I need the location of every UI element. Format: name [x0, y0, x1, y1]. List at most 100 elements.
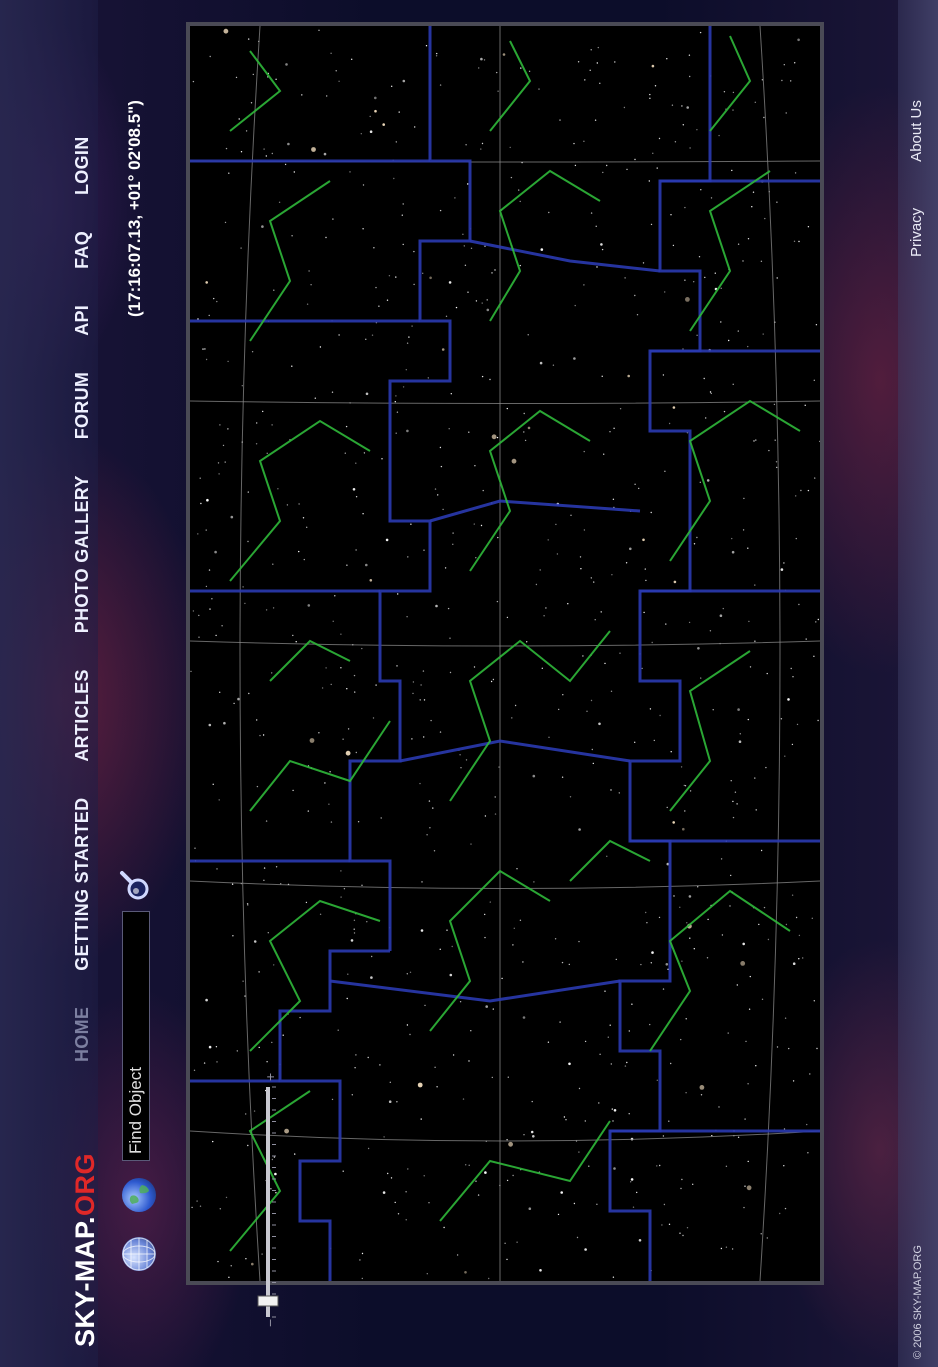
star	[792, 962, 796, 965]
star	[353, 674, 356, 677]
star	[703, 377, 705, 380]
star	[744, 1118, 746, 1120]
star	[360, 132, 363, 135]
star	[611, 1108, 613, 1110]
star	[492, 1008, 494, 1010]
star	[395, 432, 397, 434]
star	[508, 1141, 514, 1147]
footer-link-about-us[interactable]: About Us	[908, 100, 925, 162]
star	[512, 1174, 514, 1177]
star	[560, 1191, 564, 1194]
nav-login[interactable]: LOGIN	[72, 136, 93, 195]
nav-getting-started[interactable]: GETTING STARTED	[72, 798, 93, 971]
star	[738, 740, 742, 743]
nav-faq[interactable]: FAQ	[72, 231, 93, 269]
star	[599, 82, 601, 84]
star	[486, 308, 490, 312]
star	[574, 304, 576, 307]
star	[654, 85, 657, 87]
star	[307, 604, 311, 607]
star	[753, 440, 755, 442]
star	[601, 248, 604, 251]
star	[594, 619, 596, 621]
star	[623, 106, 626, 109]
star	[465, 144, 467, 146]
magnifier-icon[interactable]	[118, 869, 154, 901]
star	[798, 240, 800, 243]
star	[271, 152, 274, 155]
star	[610, 1063, 612, 1065]
star	[241, 385, 243, 387]
star	[467, 291, 469, 293]
nav-home[interactable]: HOME	[72, 1007, 93, 1062]
star	[395, 276, 397, 278]
star	[806, 1123, 808, 1126]
nav-api[interactable]: API	[72, 305, 93, 336]
star	[686, 106, 690, 109]
star	[707, 918, 709, 921]
star	[408, 336, 410, 338]
star	[577, 61, 580, 63]
star	[805, 638, 807, 640]
star	[745, 1040, 747, 1043]
star	[192, 80, 195, 83]
footer-link-privacy[interactable]: Privacy	[908, 208, 925, 257]
star	[693, 543, 696, 545]
star	[248, 38, 250, 40]
star	[583, 140, 585, 142]
zoom-thumb[interactable]	[257, 1295, 279, 1307]
star	[567, 603, 569, 605]
zoom-slider[interactable]: − +	[248, 1067, 288, 1327]
star	[672, 821, 676, 824]
star	[523, 412, 525, 415]
star	[578, 1087, 581, 1090]
star	[681, 1178, 683, 1181]
star	[744, 1185, 746, 1187]
star	[573, 142, 575, 145]
star	[555, 523, 557, 526]
star	[693, 948, 695, 950]
star	[489, 378, 491, 381]
star	[720, 321, 722, 323]
star	[305, 901, 308, 904]
site-logo[interactable]: SKY-MAP.ORG	[70, 1153, 100, 1347]
star	[737, 1136, 740, 1138]
nav-forum[interactable]: FORUM	[72, 372, 93, 440]
star	[659, 714, 661, 717]
star	[265, 155, 268, 157]
star	[237, 697, 240, 701]
star	[775, 461, 778, 463]
star	[228, 172, 230, 174]
star	[739, 733, 741, 735]
star	[266, 1060, 268, 1063]
star	[596, 266, 598, 268]
star	[258, 971, 260, 973]
star	[748, 620, 750, 623]
earth-globe-icon[interactable]	[122, 1178, 156, 1212]
star	[563, 1116, 566, 1118]
star	[762, 333, 764, 335]
star	[484, 245, 486, 247]
star	[439, 731, 442, 733]
star	[641, 667, 643, 670]
star	[397, 1213, 400, 1215]
star	[755, 439, 757, 441]
nav-photo-gallery[interactable]: PHOTO GALLERY	[72, 475, 93, 633]
star	[382, 1191, 386, 1194]
star	[307, 810, 310, 812]
star	[482, 489, 484, 492]
star	[604, 990, 606, 992]
nav-articles[interactable]: ARTICLES	[72, 669, 93, 761]
star	[420, 929, 424, 932]
star	[419, 699, 421, 701]
star	[590, 212, 593, 214]
star	[496, 71, 498, 74]
star	[650, 223, 653, 226]
star	[539, 361, 543, 365]
logo-main: SKY-MAP.	[70, 1215, 100, 1347]
wireframe-globe-icon[interactable]	[122, 1237, 156, 1271]
star	[784, 755, 786, 757]
star	[760, 260, 763, 262]
star	[372, 717, 375, 719]
find-object-input[interactable]	[122, 911, 150, 1161]
